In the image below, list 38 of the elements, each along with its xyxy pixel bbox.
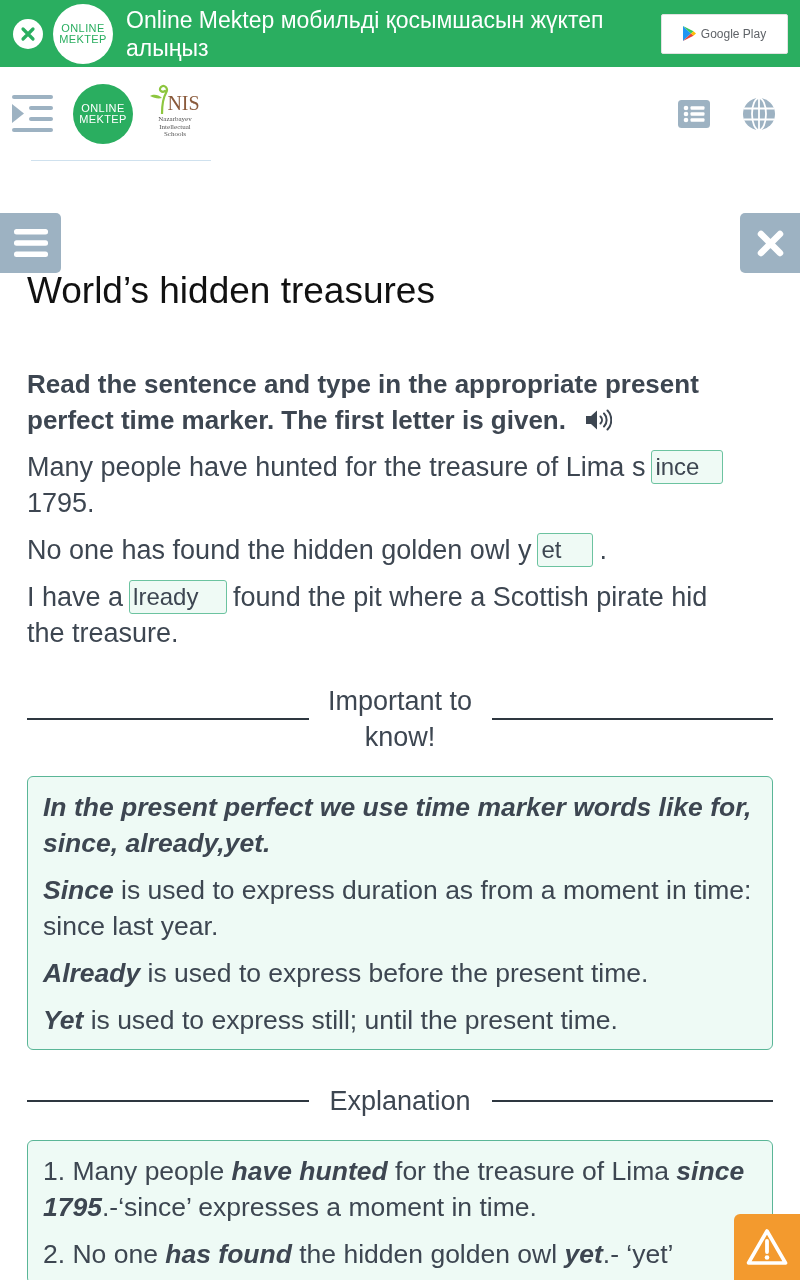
store-button[interactable]: Google Play: [661, 13, 788, 54]
note-text: In the present perfect we use time marker words like for, since, already,yet.: [43, 791, 753, 860]
menu-icon: [13, 229, 48, 257]
globe-icon[interactable]: [743, 97, 775, 130]
sentence-text: I have a: [27, 582, 124, 612]
answer-field[interactable]: ince: [651, 449, 724, 484]
answer-field[interactable]: et: [537, 532, 594, 567]
close-icon[interactable]: [13, 18, 43, 49]
play-store-icon: [682, 26, 696, 41]
explanation-text: 1. Many people have hunted for the treasure of Lima since 1795.-‘since’ expresses a moment in time.: [43, 1156, 745, 1222]
banner-message: Online Mektep мобильді қосымшасын жүктеп алыңыз: [126, 5, 605, 62]
sentence-text: .: [599, 535, 607, 565]
close-icon: [756, 229, 784, 257]
sentence-text: Many people have hunted for the treasure of Lima s: [27, 452, 646, 482]
partner-logo-text: NIS: [167, 92, 200, 114]
warning-button[interactable]: [734, 1214, 800, 1280]
warning-icon: [746, 1228, 788, 1266]
note-text: Yet is used to express still; until the present time.: [43, 1005, 618, 1035]
section-heading: Explanation: [329, 1085, 471, 1118]
answer-field[interactable]: lready: [129, 579, 228, 614]
sentence-text: found the pit where a Scottish pirate hid: [233, 582, 708, 612]
menu-icon[interactable]: [12, 95, 53, 132]
menu-button[interactable]: [0, 213, 61, 273]
list-icon[interactable]: [678, 99, 710, 128]
explanation-text: 2. No one has found the hidden golden owl yet.- ‘yet’: [43, 1239, 674, 1269]
logo: ONLINE MEKTEP: [53, 3, 113, 64]
note-text: Since is used to express duration as from a moment in time: since last year.: [43, 875, 752, 941]
sentence-text: No one has found the hidden golden owl y: [27, 535, 532, 565]
logo: ONLINE MEKTEP: [73, 83, 133, 144]
close-button[interactable]: [740, 213, 800, 273]
note-text: Already is used to express before the present time.: [43, 958, 649, 988]
sentence-text: the treasure.: [27, 618, 179, 648]
page-title: World’s hidden treasures: [27, 273, 435, 309]
instruction-text: perfect time marker. The first letter is given.: [27, 404, 566, 437]
sentence-text: 1795.: [27, 488, 95, 518]
section-heading: Important to know!: [326, 685, 474, 754]
speaker-icon[interactable]: [586, 409, 612, 431]
instruction-text: Read the sentence and type in the appropriate present: [27, 368, 699, 401]
